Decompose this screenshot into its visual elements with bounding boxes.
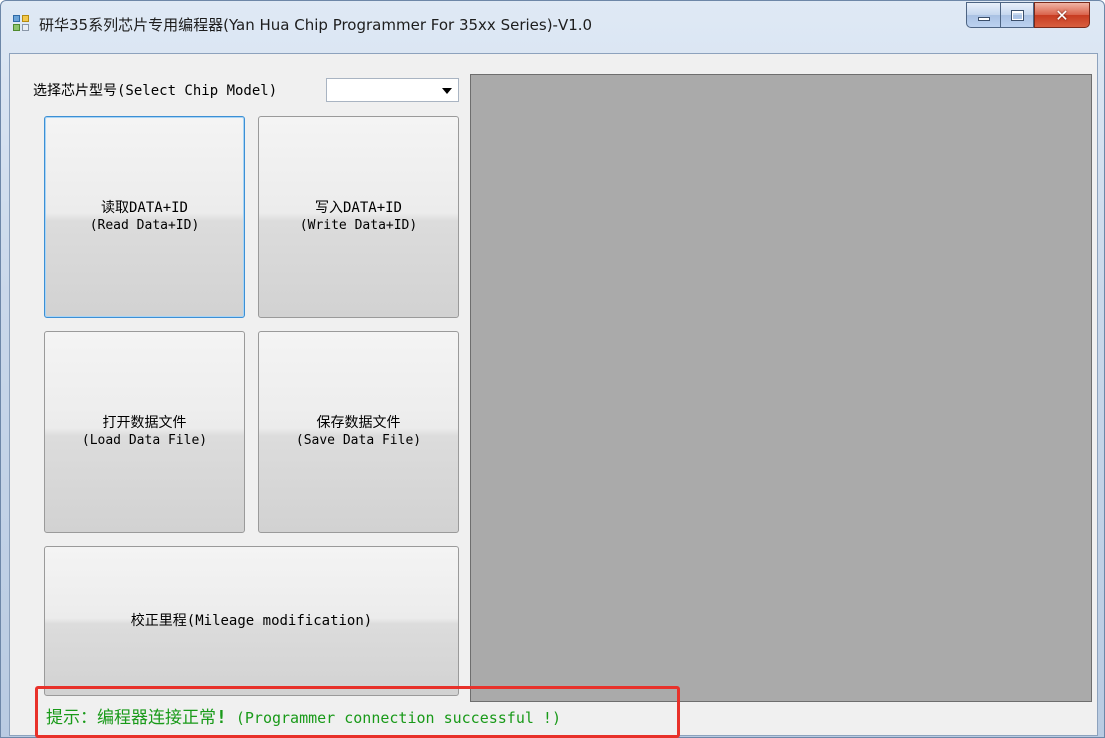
window-title: 研华35系列芯片专用编程器(Yan Hua Chip Programmer Fo… xyxy=(39,16,593,34)
write-button-label-en: (Write Data+ID) xyxy=(299,218,418,233)
status-prefix: 提示：编程器连接正常 xyxy=(46,708,216,728)
read-button-label-en: (Read Data+ID) xyxy=(89,218,200,233)
load-button-label-cn: 打开数据文件 xyxy=(102,415,187,431)
minimize-icon xyxy=(977,17,990,21)
load-button-label-en: (Load Data File) xyxy=(81,433,208,448)
data-display-panel xyxy=(470,74,1092,702)
read-data-id-button[interactable]: 读取DATA+ID (Read Data+ID) xyxy=(44,116,245,318)
write-data-id-button[interactable]: 写入DATA+ID (Write Data+ID) xyxy=(258,116,459,318)
chevron-down-icon xyxy=(442,88,452,94)
status-message: 提示：编程器连接正常! (Programmer connection succe… xyxy=(46,703,561,728)
minimize-button[interactable] xyxy=(966,2,1000,28)
chip-model-label: 选择芯片型号(Select Chip Model) xyxy=(33,83,278,99)
save-data-file-button[interactable]: 保存数据文件 (Save Data File) xyxy=(258,331,459,533)
app-window: 研华35系列芯片专用编程器(Yan Hua Chip Programmer Fo… xyxy=(0,0,1105,738)
status-english: (Programmer connection successful !) xyxy=(226,709,561,727)
close-button[interactable]: ✕ xyxy=(1034,2,1090,28)
write-button-label-cn: 写入DATA+ID xyxy=(314,200,402,216)
load-data-file-button[interactable]: 打开数据文件 (Load Data File) xyxy=(44,331,245,533)
maximize-button[interactable] xyxy=(1000,2,1034,28)
save-button-label-cn: 保存数据文件 xyxy=(316,415,401,431)
maximize-icon xyxy=(1010,9,1024,21)
mileage-modification-button[interactable]: 校正里程(Mileage modification) xyxy=(44,546,459,696)
mileage-button-label: 校正里程(Mileage modification) xyxy=(130,612,373,629)
status-highlight-box: 提示：编程器连接正常! (Programmer connection succe… xyxy=(35,686,680,738)
status-exclamation: ! xyxy=(216,707,227,728)
read-button-label-cn: 读取DATA+ID xyxy=(100,200,188,216)
caption-buttons: ✕ xyxy=(966,2,1090,28)
chip-model-dropdown[interactable] xyxy=(326,78,459,102)
app-window-icon[interactable] xyxy=(13,15,31,33)
save-button-label-en: (Save Data File) xyxy=(295,433,422,448)
title-bar[interactable]: 研华35系列芯片专用编程器(Yan Hua Chip Programmer Fo… xyxy=(1,1,1104,53)
close-icon: ✕ xyxy=(1055,5,1069,25)
